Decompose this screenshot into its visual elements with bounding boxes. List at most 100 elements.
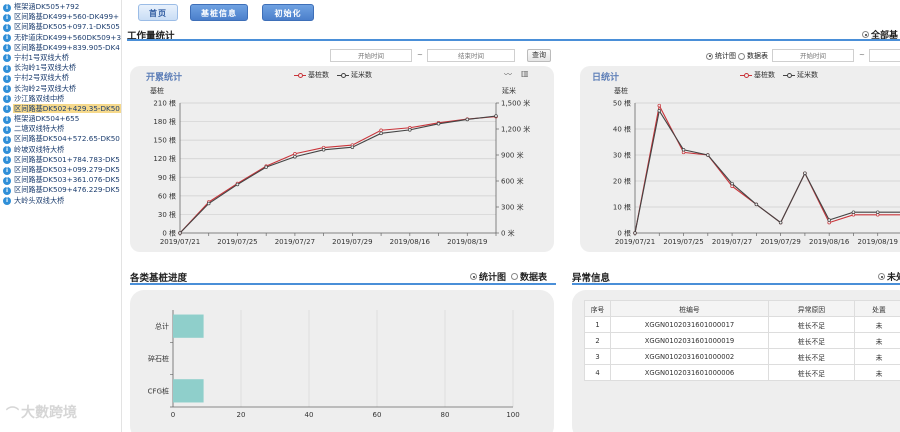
table-header-row: 序号 桩编号 异常原因 处置 (584, 300, 900, 317)
y-right-tick-label: 0 米 (501, 229, 515, 238)
tree-node-icon: i (3, 13, 11, 22)
pile-info-button[interactable]: 基桩信息 (190, 4, 248, 21)
col-status: 处置 (854, 300, 900, 317)
x-tick-label: 2019/07/29 (760, 238, 800, 246)
tree-item[interactable]: i 大岭头双线大桥 (0, 196, 121, 206)
table-row[interactable]: 2 XGGN0102031601000019 桩长不足未 (584, 332, 900, 349)
tree-item[interactable]: i 宁村2号双线大桥 (0, 73, 121, 83)
x-tick-label: 2019/07/27 (275, 238, 315, 246)
daily-table-radio[interactable]: 数据表 (738, 51, 768, 61)
x-tick-label: 2019/08/16 (809, 238, 850, 246)
end-time-input[interactable] (427, 49, 515, 62)
daily-chart-radio[interactable]: 统计图 (706, 51, 736, 61)
data-point (803, 171, 807, 175)
tree-item[interactable]: i 区间路基DK509+476.229-DK5 (0, 185, 121, 195)
tree-node-icon: i (3, 166, 11, 175)
tree-item[interactable]: i 长沟岭2号双线大桥 (0, 84, 121, 94)
tree-item[interactable]: i 区间路基DK504+572.65-DK50 (0, 134, 121, 144)
data-point (706, 153, 710, 157)
tree-item-label: 岭坡双线特大桥 (14, 144, 65, 154)
abnormal-filter-label: 未处 (887, 273, 900, 283)
table-row[interactable]: 3 XGGN0102031601000002 桩长不足未 (584, 348, 900, 365)
data-point (379, 131, 383, 136)
data-point (778, 220, 783, 225)
y-left-tick-label: 60 根 (158, 191, 176, 200)
table-row[interactable]: 1 XGGN0102031601000017 桩长不足未 (584, 316, 900, 333)
data-point (206, 201, 211, 206)
init-button[interactable]: 初始化 (262, 4, 314, 21)
tree-list: i 框架涵DK505+792 i 区间路基DK499+560-DK499+ i 区间路基D… (0, 2, 122, 206)
watermark-text: 大數跨境 (21, 405, 78, 421)
tree-item[interactable]: i 宁村1号双线大桥 (0, 53, 121, 63)
tree-item[interactable]: i 区间路基DK502+429.35-DK50 (0, 103, 121, 114)
category-label: 总计 (155, 322, 169, 331)
home-button[interactable]: 首页 (138, 4, 178, 21)
query-button[interactable]: 查询 (527, 49, 551, 62)
row-index: 4 (584, 364, 611, 381)
daily-start-time-input[interactable] (772, 49, 854, 62)
row-index: 1 (584, 316, 611, 333)
tree-node-icon: i (3, 3, 11, 12)
project-tree: i 框架涵DK505+792 i 区间路基DK499+560-DK499+ i 区间路基D… (0, 0, 122, 432)
tree-item-label: 框架涵DK504+655 (14, 114, 80, 124)
abnormal-filter-radio[interactable]: 未处 (878, 270, 900, 283)
abnormal-panel: 序号 桩编号 异常原因 处置 1 XGGN0102031601000017 桩长不足… (572, 290, 900, 432)
data-point (264, 165, 268, 169)
cumulative-panel: 开累统计 基桩数 延米数 〰 ▥ 基桩 延米 0 根 30 根 60 根 90 根 12… (130, 66, 554, 252)
series-line-pile (179, 116, 497, 234)
tree-item[interactable]: i 沙江路双线中桥 (0, 94, 121, 104)
tree-node-icon: i (3, 74, 11, 83)
data-point (235, 182, 240, 187)
tree-node-icon: i (3, 176, 11, 185)
data-point (379, 128, 383, 132)
daily-end-time-input[interactable] (869, 49, 900, 62)
tree-item[interactable]: i 岭坡双线特大桥 (0, 144, 121, 155)
tree-item[interactable]: i 二塘双线特大桥 (0, 124, 121, 134)
x-tick-label: 60 (373, 411, 382, 419)
tree-item[interactable]: i 区间路基DK505+097.1-DK505 (0, 22, 121, 32)
tree-item[interactable]: i 区间路基DK503+361.076-DK5 (0, 175, 121, 185)
x-tick-label: 2019/07/25 (217, 238, 257, 246)
row-reason: 桩长不足 (768, 316, 855, 333)
tree-node-icon: i (3, 125, 11, 134)
y-left-tick-label: 50 根 (613, 99, 631, 108)
tree-item-label: 区间路基DK503+099.279-DK5 (14, 165, 120, 174)
y-left-tick-label: 40 根 (613, 125, 631, 134)
abnormal-filter-radio-dot (878, 273, 885, 280)
tree-item[interactable]: i 区间路基DK501+784.783-DK5 (0, 154, 121, 165)
progress-chart-radio[interactable]: 统计图 (470, 270, 506, 283)
x-tick-label: 2019/08/19 (447, 238, 487, 246)
data-point (633, 231, 637, 235)
tree-node-icon: i (3, 23, 11, 32)
row-pile-code: XGGN0102031601000002 (610, 348, 769, 365)
tree-item[interactable]: i 区间路基DK503+099.279-DK5 (0, 165, 121, 175)
y-left-tick-label: 0 根 (617, 229, 631, 238)
y-left-tick-label: 0 根 (162, 229, 176, 238)
tree-item[interactable]: i 框架涵DK505+792 (0, 2, 121, 12)
table-row[interactable]: 4 XGGN0102031601000006 桩长不足未 (584, 364, 900, 381)
tree-item-label: 区间路基DK505+097.1-DK505 (14, 22, 120, 32)
progress-table-radio[interactable]: 数据表 (511, 270, 547, 283)
start-time-input[interactable] (330, 49, 412, 62)
bar-CFG桩 (173, 379, 204, 403)
tree-node-icon: i (3, 105, 11, 114)
tree-item-label: 区间路基DK502+429.35-DK50 (13, 103, 121, 113)
y-left-tick-label: 90 根 (158, 173, 176, 182)
abnormal-title: 异常信息 (572, 273, 611, 284)
tree-item-label: 区间路基DK501+784.783-DK5 (14, 154, 120, 164)
y-left-tick-label: 30 根 (613, 151, 631, 160)
data-point (494, 114, 498, 118)
tree-item[interactable]: i 区间路基DK499+839.905-DK4 (0, 43, 121, 53)
data-point (657, 103, 662, 108)
y-left-tick-label: 10 根 (613, 203, 631, 212)
bar-总计 (173, 314, 204, 338)
tree-node-icon: i (3, 135, 11, 144)
y-left-tick-label: 20 根 (613, 177, 631, 186)
tree-item[interactable]: i 框架涵DK504+655 (0, 114, 121, 124)
tree-item[interactable]: i 无砟道床DK499+560DK509+3 (0, 32, 122, 43)
series-line-pile (634, 103, 900, 234)
tree-item[interactable]: i 长沟岭1号双线大桥 (0, 63, 121, 73)
data-point (178, 231, 182, 235)
tree-item[interactable]: i 区间路基DK499+560-DK499+ (0, 12, 121, 22)
tree-item-label: 无砟道床DK499+560DK509+3 (14, 32, 122, 42)
